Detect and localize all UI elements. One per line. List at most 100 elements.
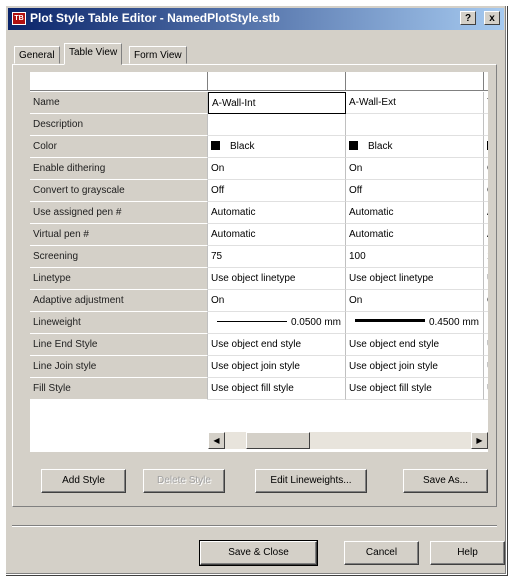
cell-value: Automatic	[349, 207, 394, 218]
table-cell[interactable]: Use object end style	[208, 334, 346, 356]
cell-value: O	[487, 295, 488, 306]
scroll-right-icon[interactable]: ▶	[471, 432, 488, 449]
cell-value: A-Wall-Ext	[349, 97, 396, 108]
add-style-button[interactable]: Add Style	[41, 469, 126, 493]
table-cell[interactable]: Automatic	[208, 224, 346, 246]
table-cell[interactable]: O	[484, 290, 488, 312]
row-label: Color	[30, 136, 208, 158]
table-cell[interactable]: Automatic	[208, 202, 346, 224]
table-cell[interactable]: 0.4500 mm	[346, 312, 484, 334]
cell-value: Y	[487, 97, 488, 108]
lineweight-sample	[216, 321, 287, 322]
save-as-button[interactable]: Save As...	[403, 469, 488, 493]
tab-general[interactable]: General	[14, 46, 60, 64]
scroll-thumb[interactable]	[246, 432, 310, 449]
table-cell[interactable]: 0.0500 mm	[208, 312, 346, 334]
app-icon: TB	[12, 12, 26, 25]
table-cell[interactable]: Use object linetype	[208, 268, 346, 290]
table-cell[interactable]: U	[484, 268, 488, 290]
help-title-button[interactable]: ?	[460, 11, 476, 25]
table-row: Linetype Use object linetype Use object li…	[30, 268, 488, 290]
table-cell[interactable]: Use object join style	[208, 356, 346, 378]
cell-value: Use object fill style	[211, 383, 294, 394]
cell-value: Off	[349, 185, 363, 196]
table-cell[interactable]: U	[484, 334, 488, 356]
table-row: Description	[30, 114, 488, 136]
table-cell[interactable]: A-Wall-Ext	[346, 92, 484, 114]
cell-value: O	[487, 185, 488, 196]
column-header-style-2[interactable]	[346, 72, 484, 90]
close-title-button[interactable]: x	[484, 11, 500, 25]
table-cell[interactable]: On	[208, 158, 346, 180]
table-cell[interactable]: Automatic	[346, 224, 484, 246]
color-swatch	[487, 141, 488, 150]
horizontal-scrollbar[interactable]: ◀ ▶	[208, 432, 488, 449]
edit-lineweights-button[interactable]: Edit Lineweights...	[255, 469, 367, 493]
cell-value: U	[487, 383, 488, 394]
bottom-separator	[12, 525, 497, 527]
table-cell[interactable]: A	[484, 224, 488, 246]
table-cell[interactable]: Automatic	[346, 202, 484, 224]
cell-value: Use object join style	[211, 361, 300, 372]
table-row: Screening75 100 10	[30, 246, 488, 268]
table-row: Adaptive adjustmentOnOnO	[30, 290, 488, 312]
table-row: Use assigned pen #AutomaticAutomaticA	[30, 202, 488, 224]
cell-value: On	[349, 163, 363, 174]
table-cell[interactable]	[484, 114, 488, 136]
cell-value: Use object linetype	[211, 273, 296, 284]
row-label: Convert to grayscale	[30, 180, 208, 202]
scroll-left-icon[interactable]: ◀	[208, 432, 225, 449]
row-label: Name	[30, 92, 208, 114]
table-cell[interactable]: Black	[346, 136, 484, 158]
tab-form-view[interactable]: Form View	[129, 46, 187, 64]
tab-table-view[interactable]: Table View	[64, 43, 123, 65]
cell-value: Use object fill style	[349, 383, 432, 394]
row-label: Use assigned pen #	[30, 202, 208, 224]
row-label: Description	[30, 114, 208, 136]
table-cell[interactable]: A	[484, 202, 488, 224]
row-label: Enable dithering	[30, 158, 208, 180]
grid-header	[30, 72, 488, 91]
table-cell[interactable]: On	[346, 158, 484, 180]
table-cell[interactable]: 75	[208, 246, 346, 268]
table-cell[interactable]	[346, 114, 484, 136]
save-close-button[interactable]: Save & Close	[199, 540, 318, 566]
table-cell[interactable]: A-Wall-Int	[208, 92, 346, 114]
table-cell[interactable]: Use object fill style	[208, 378, 346, 400]
table-cell[interactable]: O	[484, 180, 488, 202]
table-cell[interactable]: O	[484, 158, 488, 180]
cell-value: 0.0500 mm	[290, 317, 341, 328]
cancel-button[interactable]: Cancel	[344, 541, 419, 565]
help-button[interactable]: Help	[430, 541, 505, 565]
delete-style-button[interactable]: Delete Style	[143, 469, 225, 493]
table-cell[interactable]	[484, 312, 488, 334]
row-label: Line End Style	[30, 334, 208, 356]
table-row: Virtual pen #AutomaticAutomaticA	[30, 224, 488, 246]
table-cell[interactable]: Black	[208, 136, 346, 158]
table-cell[interactable]: Off	[346, 180, 484, 202]
table-cell[interactable]	[208, 114, 346, 136]
lineweight-sample	[354, 319, 425, 322]
cell-value: On	[211, 163, 225, 174]
cell-value: A	[487, 207, 488, 218]
table-cell[interactable]: 100	[346, 246, 484, 268]
table-cell[interactable]: 10	[484, 246, 488, 268]
table-cell[interactable]: U	[484, 356, 488, 378]
table-cell[interactable]: Use object fill style	[346, 378, 484, 400]
table-cell[interactable]: Use object end style	[346, 334, 484, 356]
table-cell[interactable]: Use object linetype	[346, 268, 484, 290]
title-bar[interactable]: TB Plot Style Table Editor - NamedPlotSt…	[8, 8, 504, 30]
table-cell[interactable]: On	[208, 290, 346, 312]
table-row: Enable ditheringOnOnO	[30, 158, 488, 180]
table-cell[interactable]	[484, 136, 488, 158]
table-cell[interactable]: U	[484, 378, 488, 400]
table-cell[interactable]: On	[346, 290, 484, 312]
table-cell[interactable]: Y	[484, 92, 488, 114]
cell-value: Automatic	[211, 229, 256, 240]
cell-value: Automatic	[349, 229, 394, 240]
column-header-style-1[interactable]	[208, 72, 346, 90]
table-cell[interactable]: Off	[208, 180, 346, 202]
table-cell[interactable]: Use object join style	[346, 356, 484, 378]
cell-value: 10	[487, 251, 488, 262]
style-table-grid[interactable]: Name A-Wall-Int A-Wall-Ext Y DescriptionColo…	[30, 72, 488, 452]
